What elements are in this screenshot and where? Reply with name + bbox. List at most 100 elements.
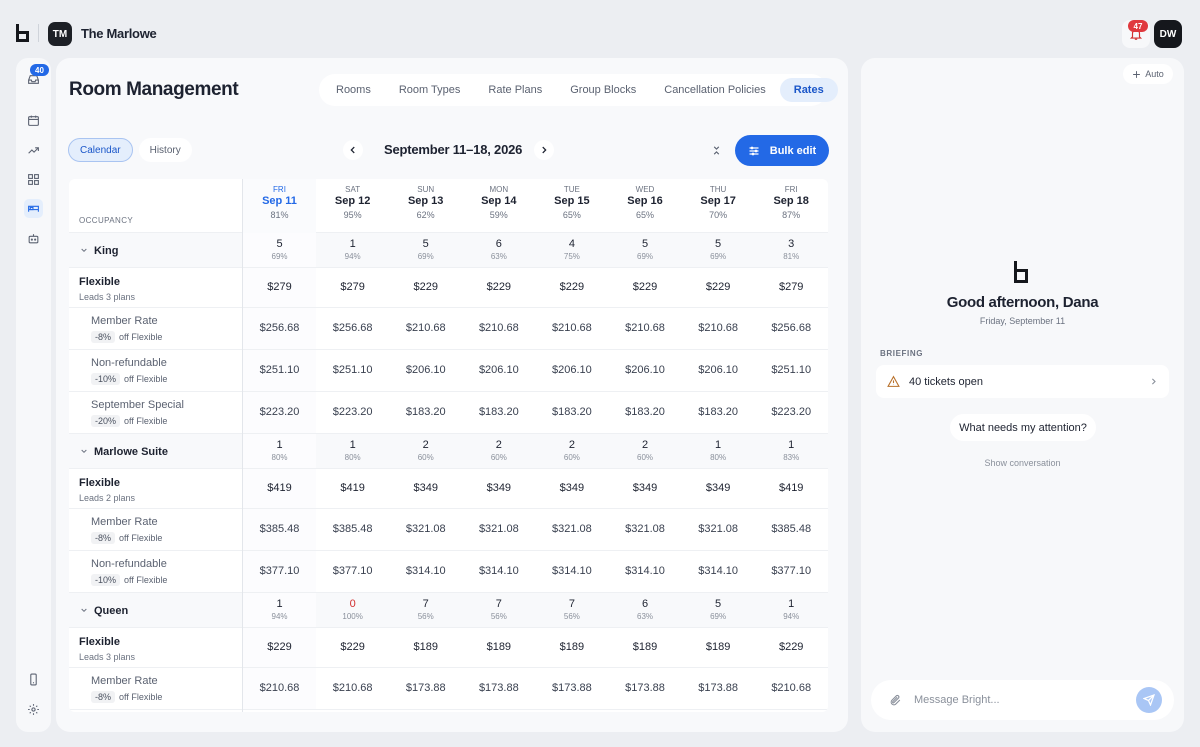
inventory-cell[interactable]: 1 80% [243,434,317,468]
price-cell[interactable]: $229 [389,268,462,307]
price-cell[interactable]: $321.08 [682,509,755,550]
price-cell[interactable]: $206.10 [608,350,681,391]
price-cell[interactable]: $183.20 [608,392,681,433]
price-cell[interactable]: $210.68 [682,308,755,349]
price-cell[interactable]: $256.68 [316,308,389,349]
day-header[interactable]: SUN Sep 13 62% [389,179,462,233]
price-cell[interactable]: $229 [243,628,317,667]
tab-rate-plans[interactable]: Rate Plans [474,78,556,102]
inventory-cell[interactable]: 7 56% [535,593,608,627]
inventory-cell[interactable]: 1 80% [316,434,389,468]
price-cell[interactable]: $229 [535,268,608,307]
price-cell[interactable]: $210.68 [608,308,681,349]
price-cell[interactable]: $419 [316,469,389,508]
row-label[interactable]: Marlowe Suite [69,434,242,468]
price-cell[interactable]: $229 [462,268,535,307]
property-name[interactable]: The Marlowe [81,26,157,41]
tab-room-types[interactable]: Room Types [385,78,475,102]
price-cell[interactable]: $173.88 [535,668,608,709]
price-cell[interactable]: $210.68 [316,668,389,709]
price-cell[interactable]: $349 [462,469,535,508]
rail-assistant[interactable] [24,229,43,248]
price-cell[interactable]: $173.88 [682,668,755,709]
rail-apps[interactable] [24,170,43,189]
price-cell[interactable]: $183.20 [535,392,608,433]
price-cell[interactable]: $279 [755,268,828,307]
inventory-cell[interactable]: 4 75% [535,233,608,267]
price-cell[interactable]: $251.10 [755,350,828,391]
bulk-edit-button[interactable]: Bulk edit [735,135,829,166]
paperclip-icon[interactable] [889,694,902,707]
rail-rooms[interactable] [24,199,43,218]
price-cell[interactable]: $419 [243,469,317,508]
history-view-button[interactable]: History [138,138,192,162]
day-header[interactable]: SAT Sep 12 95% [316,179,389,233]
property-avatar[interactable]: TM [48,22,72,46]
price-cell[interactable]: $206.10 [462,350,535,391]
tab-rates[interactable]: Rates [779,78,838,102]
inventory-cell[interactable]: 0 100% [316,593,389,627]
rail-mobile[interactable] [24,670,43,689]
price-cell[interactable]: $206.10 [389,350,462,391]
day-header[interactable]: TUE Sep 15 65% [535,179,608,233]
message-input[interactable] [914,694,1136,706]
day-header[interactable]: THU Sep 17 70% [682,179,755,233]
price-cell[interactable]: $173.88 [462,668,535,709]
price-cell[interactable]: $223.20 [755,392,828,433]
price-cell[interactable]: $251.10 [243,350,317,391]
price-cell[interactable]: $223.20 [316,392,389,433]
previous-week-button[interactable] [343,140,363,160]
price-cell[interactable]: $377.10 [755,551,828,592]
inventory-cell[interactable]: 2 60% [389,434,462,468]
tab-group-blocks[interactable]: Group Blocks [556,78,650,102]
price-cell[interactable]: $229 [755,628,828,667]
price-cell[interactable]: $183.20 [462,392,535,433]
price-cell[interactable]: $189 [462,628,535,667]
price-cell[interactable]: $385.48 [316,509,389,550]
show-conversation-link[interactable]: Show conversation [861,458,1184,468]
price-cell[interactable]: $189 [682,628,755,667]
inventory-cell[interactable]: 5 69% [608,233,681,267]
day-header[interactable]: FRI Sep 18 87% [755,179,828,233]
price-cell[interactable]: $206.10 [535,350,608,391]
send-button[interactable] [1136,687,1162,713]
tickets-card[interactable]: 40 tickets open [876,365,1169,398]
price-cell[interactable]: $183.20 [682,392,755,433]
price-cell[interactable]: $419 [755,469,828,508]
day-header[interactable]: FRI Sep 11 81% [243,179,316,233]
auto-mode-button[interactable]: Auto [1123,64,1173,84]
price-cell[interactable]: $314.10 [462,551,535,592]
price-cell[interactable]: $210.68 [755,668,828,709]
price-cell[interactable]: $173.88 [608,668,681,709]
inventory-cell[interactable]: 1 83% [755,434,828,468]
inventory-cell[interactable]: 1 80% [682,434,755,468]
price-cell[interactable]: $189 [535,628,608,667]
price-cell[interactable]: $349 [389,469,462,508]
inventory-cell[interactable]: 6 63% [608,593,681,627]
price-cell[interactable]: $385.48 [755,509,828,550]
price-cell[interactable]: $189 [608,628,681,667]
inventory-cell[interactable]: 1 94% [316,233,389,267]
inventory-cell[interactable]: 5 69% [682,593,755,627]
price-cell[interactable]: $321.08 [389,509,462,550]
rail-settings[interactable] [24,700,43,719]
price-cell[interactable]: $229 [682,268,755,307]
price-cell[interactable]: $183.20 [389,392,462,433]
day-header[interactable]: MON Sep 14 59% [462,179,535,233]
tab-rooms[interactable]: Rooms [322,78,385,102]
price-cell[interactable]: $314.10 [682,551,755,592]
rail-calendar[interactable] [24,111,43,130]
inventory-cell[interactable]: 2 60% [608,434,681,468]
price-cell[interactable]: $321.08 [462,509,535,550]
price-cell[interactable]: $206.10 [682,350,755,391]
next-week-button[interactable] [534,140,554,160]
price-cell[interactable]: $349 [608,469,681,508]
suggestion-chip[interactable]: What needs my attention? [950,414,1096,441]
price-cell[interactable]: $210.68 [243,668,317,709]
price-cell[interactable]: $349 [682,469,755,508]
price-cell[interactable]: $256.68 [755,308,828,349]
price-cell[interactable]: $314.10 [608,551,681,592]
price-cell[interactable]: $377.10 [243,551,317,592]
calendar-view-button[interactable]: Calendar [68,138,133,162]
price-cell[interactable]: $223.20 [243,392,317,433]
